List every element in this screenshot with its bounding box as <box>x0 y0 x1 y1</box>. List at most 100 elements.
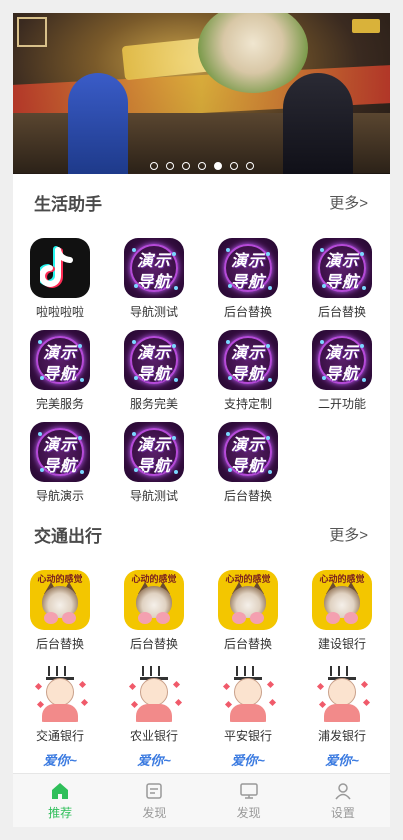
grid-item[interactable]: 演示 导航 后台替换 <box>201 414 295 506</box>
tab-2[interactable]: 发现 <box>202 774 296 827</box>
sparkle <box>78 436 82 440</box>
demo-nav-icon: 演示 导航 <box>124 330 184 390</box>
grid-item[interactable]: 演示 导航 支持定制 <box>201 322 295 414</box>
sparkle <box>40 376 44 380</box>
love-text: 爱你~ <box>43 753 77 768</box>
grid-item[interactable]: 演示 导航 后台替换 <box>295 230 389 322</box>
partial-row: 爱你~ 爱你~ 爱你~ 爱你~ <box>13 746 390 768</box>
love-text: 爱你~ <box>137 753 171 768</box>
cat-paw <box>156 612 170 624</box>
monitor-icon <box>239 781 259 801</box>
sparkle <box>268 286 272 290</box>
grid-item[interactable]: 演示 导航 二开功能 <box>295 322 389 414</box>
sparkle <box>134 376 138 380</box>
grid-item[interactable]: 演示 导航 导航测试 <box>107 414 201 506</box>
more-link[interactable]: 更多> <box>329 524 368 545</box>
cat-icon: 心动的感觉 <box>30 570 90 630</box>
grid-item[interactable]: 演示 导航 导航测试 <box>107 230 201 322</box>
heart <box>130 700 139 709</box>
partial-item[interactable]: 爱你~ <box>295 746 389 768</box>
icon-text: 心动的感觉 <box>319 574 365 584</box>
sparkle <box>78 344 82 348</box>
tab-1[interactable]: 发现 <box>107 774 201 827</box>
app-screen: 生活助手 更多> 啦啦啦啦 演示 导航 导航测试 演示 导航 后台替换 演示 导航 后台替换 演示导… <box>13 13 390 827</box>
tab-label: 推荐 <box>48 805 73 820</box>
heart <box>80 698 89 707</box>
heart <box>174 698 183 707</box>
tab-0[interactable]: 推荐 <box>13 774 107 827</box>
heart <box>128 682 137 691</box>
icon-text: 心动的感觉 <box>37 574 83 584</box>
tiktok-icon <box>30 238 90 298</box>
banner-figure-right <box>283 73 353 174</box>
partial-item[interactable]: 爱你~ <box>13 746 107 768</box>
bottom-tab-bar: 推荐 发现 发现 设置 <box>13 773 390 827</box>
grid-item[interactable]: 农业银行 <box>107 654 201 746</box>
grid-item-label: 导航测试 <box>129 489 178 503</box>
grid-item-label: 后台替换 <box>223 637 272 651</box>
grid-item[interactable]: 心动的感觉 后台替换 <box>201 562 295 654</box>
grid-item-label: 农业银行 <box>129 729 178 743</box>
banner-carousel[interactable] <box>13 13 390 174</box>
demo-nav-icon: 演示 导航 <box>218 330 278 390</box>
carousel-dot[interactable] <box>213 162 222 170</box>
grid-item[interactable]: 演示 导航 完美服务 <box>13 322 107 414</box>
grid-item-label: 导航演示 <box>35 489 84 503</box>
carousel-dots[interactable] <box>13 162 390 170</box>
love-text: 爱你~ <box>231 753 265 768</box>
carousel-dot[interactable] <box>181 162 190 170</box>
grid-item[interactable]: 啦啦啦啦 <box>13 230 107 322</box>
grid-item[interactable]: 心动的感觉 后台替换 <box>13 562 107 654</box>
sparkle <box>322 284 326 288</box>
sparkle <box>174 286 178 290</box>
carousel-dot[interactable] <box>245 162 254 170</box>
sparkle <box>360 252 364 256</box>
grid-item-label: 二开功能 <box>317 397 366 411</box>
sparkle <box>320 248 324 252</box>
demo-nav-icon: 演示 导航 <box>30 330 90 390</box>
sparkle <box>228 284 232 288</box>
cat-paw <box>250 612 264 624</box>
cat-paw <box>344 612 358 624</box>
banner-date-box <box>17 17 47 47</box>
carousel-dot[interactable] <box>165 162 174 170</box>
grid-item[interactable]: 演示 导航 导航演示 <box>13 414 107 506</box>
cat-icon: 心动的感觉 <box>218 570 278 630</box>
boy-body <box>42 704 78 722</box>
sparkle <box>80 470 84 474</box>
carousel-dot[interactable] <box>149 162 158 170</box>
sparkle <box>132 248 136 252</box>
grid-item-label: 完美服务 <box>35 397 84 411</box>
grid-item[interactable]: 演示 导航 服务完美 <box>107 322 201 414</box>
sparkle <box>38 340 42 344</box>
carousel-dot[interactable] <box>229 162 238 170</box>
section-title: 交通出行 <box>34 526 102 546</box>
sparkle <box>132 432 136 436</box>
carousel-dot[interactable] <box>197 162 206 170</box>
home-icon <box>50 781 70 801</box>
heart <box>172 680 181 689</box>
partial-item[interactable]: 爱你~ <box>107 746 201 768</box>
demo-nav-icon: 演示 导航 <box>30 422 90 482</box>
grid-item[interactable]: 浦发银行 <box>295 654 389 746</box>
grid-item-label: 导航测试 <box>129 305 178 319</box>
banner-tag <box>352 19 380 33</box>
boy-body <box>136 704 172 722</box>
tab-3[interactable]: 设置 <box>296 774 390 827</box>
heart <box>222 682 231 691</box>
document-icon <box>144 781 164 801</box>
boy-body <box>324 704 360 722</box>
grid-item[interactable]: 心动的感觉 建设银行 <box>295 562 389 654</box>
cat-paw <box>44 612 58 624</box>
sparkle <box>134 284 138 288</box>
partial-item[interactable]: 爱你~ <box>201 746 295 768</box>
grid-item[interactable]: 心动的感觉 后台替换 <box>107 562 201 654</box>
grid-item[interactable]: 演示 导航 后台替换 <box>201 230 295 322</box>
demo-nav-icon: 演示 导航 <box>124 238 184 298</box>
grid-item[interactable]: 交通银行 <box>13 654 107 746</box>
love-text: 爱你~ <box>325 753 359 768</box>
heart <box>362 698 371 707</box>
grid-item[interactable]: 平安银行 <box>201 654 295 746</box>
heart <box>268 698 277 707</box>
more-link[interactable]: 更多> <box>329 192 368 213</box>
